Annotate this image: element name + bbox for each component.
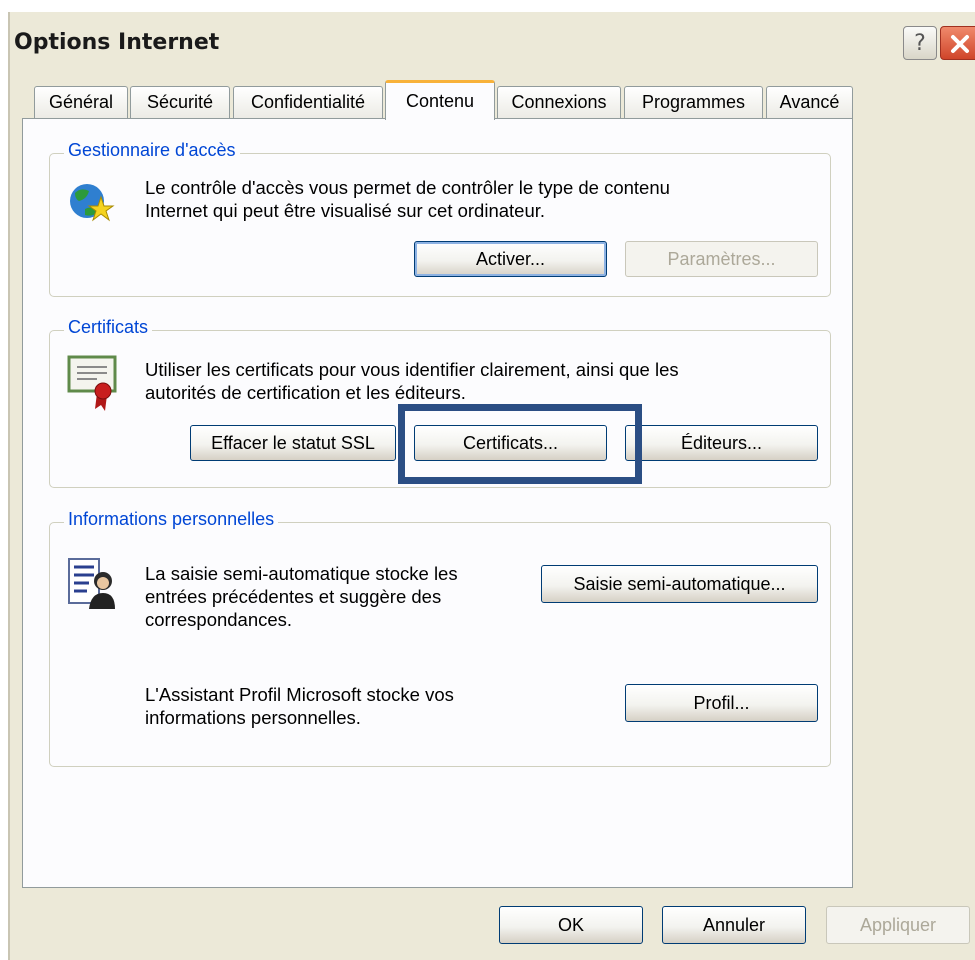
autocomplete-description-2: entrées précédentes et suggère des [145, 586, 442, 607]
cancel-button[interactable]: Annuler [662, 906, 806, 944]
publishers-button[interactable]: Éditeurs... [625, 425, 818, 461]
profile-button[interactable]: Profil... [625, 684, 818, 722]
tab-label: Programmes [641, 92, 746, 112]
autocomplete-button[interactable]: Saisie semi-automatique... [541, 565, 818, 603]
globe-star-icon [70, 184, 115, 222]
apply-button[interactable]: Appliquer [826, 906, 970, 944]
autocomplete-description-1: La saisie semi-automatique stocke les [145, 563, 458, 584]
help-button[interactable]: ? [903, 26, 937, 60]
access-manager-description-1: Le contrôle d'accès vous permet de contr… [145, 177, 670, 198]
tab-label: Confidentialité [250, 92, 366, 112]
autocomplete-person-icon [68, 558, 115, 609]
tab-connections[interactable]: Connexions [497, 86, 621, 118]
close-icon [951, 35, 969, 53]
tab-privacy[interactable]: Confidentialité [233, 86, 383, 118]
title-bar: Options Internet ? [10, 12, 975, 74]
ok-button[interactable]: OK [499, 906, 643, 944]
personal-info-group: Informations personnelles [49, 509, 831, 767]
access-manager-description-2: Internet qui peut être visualisé sur cet… [145, 200, 546, 221]
close-button[interactable] [940, 26, 975, 60]
certificates-legend: Certificats [64, 317, 153, 338]
enable-button[interactable]: Activer... [414, 241, 607, 277]
tab-label: Contenu [405, 91, 475, 111]
settings-button[interactable]: Paramètres... [625, 241, 818, 277]
personal-info-legend: Informations personnelles [64, 509, 279, 530]
help-icon: ? [914, 30, 926, 56]
window-title: Options Internet [14, 30, 220, 55]
tab-advanced[interactable]: Avancé [766, 86, 853, 118]
access-manager-legend: Gestionnaire d'accès [64, 140, 240, 161]
tab-programs[interactable]: Programmes [624, 86, 763, 118]
clear-ssl-state-button[interactable]: Effacer le statut SSL [190, 425, 396, 461]
tab-label: Sécurité [146, 92, 214, 112]
certificates-highlight-frame [398, 404, 642, 484]
profile-description-1: L'Assistant Profil Microsoft stocke vos [145, 684, 454, 705]
profile-description-2: informations personnelles. [145, 707, 361, 728]
certificate-icon [67, 355, 117, 411]
certificates-description-2: autorités de certification et les éditeu… [145, 382, 466, 403]
tab-label: Avancé [779, 92, 840, 112]
tab-content[interactable]: Contenu [385, 80, 495, 120]
certificates-description-1: Utiliser les certificats pour vous ident… [145, 359, 679, 380]
tab-security[interactable]: Sécurité [130, 86, 230, 118]
autocomplete-description-3: correspondances. [145, 609, 293, 630]
tab-label: Général [48, 92, 114, 112]
tab-general[interactable]: Général [34, 86, 128, 118]
content-tab-panel: Gestionnaire d'accès Le contrôle d'accès… [22, 118, 853, 888]
tab-label: Connexions [511, 92, 607, 112]
